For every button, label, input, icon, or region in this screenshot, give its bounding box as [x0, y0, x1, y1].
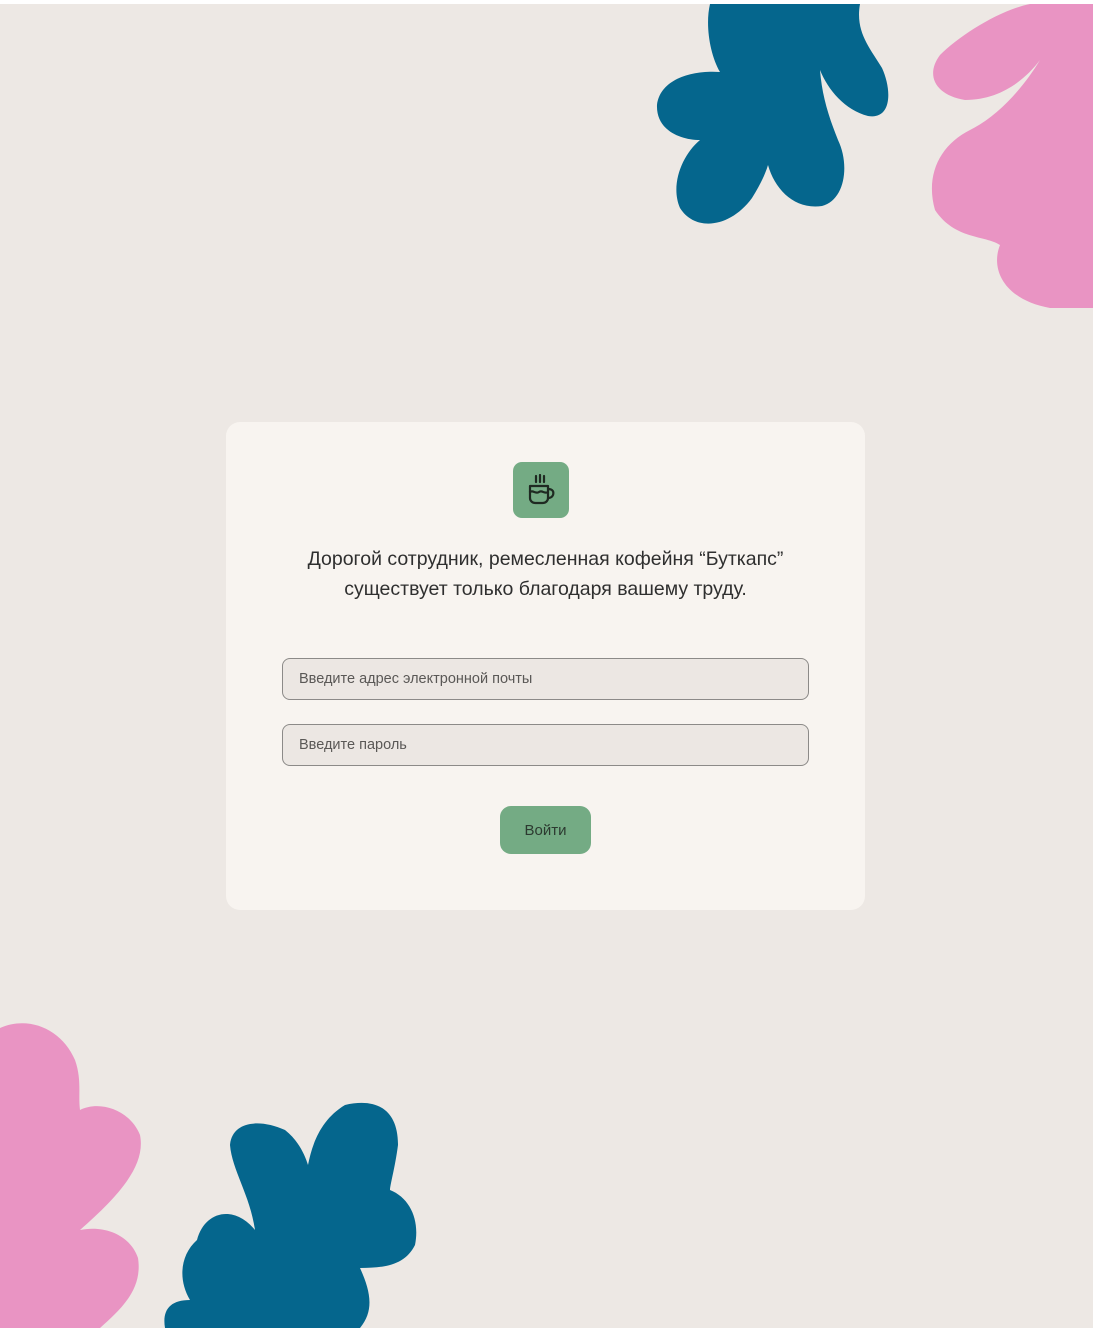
login-card: Дорогой сотрудник, ремесленная кофейня “…	[226, 422, 865, 910]
password-field[interactable]	[282, 724, 809, 766]
top-strip	[0, 0, 1093, 4]
pink-leaf-bottom-left	[0, 1023, 141, 1328]
blue-leaf-bottom-left	[164, 1102, 417, 1328]
logo-tile	[513, 462, 569, 518]
welcome-message: Дорогой сотрудник, ремесленная кофейня “…	[266, 544, 825, 604]
welcome-message-line-2: существует только благодаря вашему труду…	[344, 578, 747, 600]
email-field[interactable]	[282, 658, 809, 700]
coffee-cup-icon	[528, 474, 555, 505]
welcome-message-line-1: Дорогой сотрудник, ремесленная кофейня “…	[307, 548, 784, 570]
login-button[interactable]: Войти	[500, 806, 591, 854]
blue-leaf-top-right	[656, 4, 889, 224]
pink-leaf-top-right	[931, 4, 1093, 308]
